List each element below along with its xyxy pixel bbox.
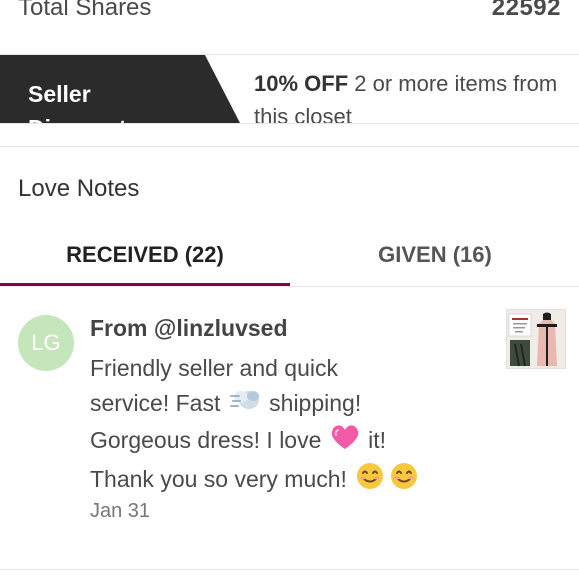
total-shares-value: 22592 (491, 0, 561, 21)
dress-thumbnail-image (507, 310, 565, 368)
flag-label-seller: Seller (28, 81, 91, 107)
love-notes-tabs: RECEIVED (22) GIVEN (16) (0, 232, 579, 287)
note-line-1: Friendly seller and quick (90, 355, 339, 381)
section-divider (0, 124, 579, 147)
note-line-2-end: shipping! (262, 390, 362, 416)
note-line-3-end: it! (361, 427, 387, 453)
love-note-item: LG From @linzluvsed Friendly seller and … (0, 287, 579, 570)
listing-thumbnail[interactable] (506, 309, 566, 369)
closet-page: Total Shares 22592 Seller Discount 10% O… (0, 0, 579, 580)
note-line-4-text: Thank you so very much! (90, 466, 354, 492)
love-notes-title: Love Notes (18, 175, 140, 202)
tab-received[interactable]: RECEIVED (22) (0, 232, 290, 286)
flag-label-discount: Discount (28, 115, 126, 123)
avatar[interactable]: LG (18, 315, 74, 371)
note-line-2-start: service! Fast (90, 390, 227, 416)
total-shares-row: Total Shares 22592 (0, 0, 579, 55)
smile-icon (389, 461, 419, 501)
tab-given[interactable]: GIVEN (16) (290, 232, 579, 286)
note-line-3: Gorgeous dress! I love it! (90, 423, 490, 461)
smile-icon (355, 461, 385, 501)
dash-icon (229, 387, 261, 423)
heart-icon (330, 423, 360, 461)
note-message: Friendly seller and quick service! Fast … (90, 351, 490, 501)
discount-description: 10% OFF 2 or more items from this closet (254, 67, 564, 123)
note-date: Jan 31 (90, 500, 151, 522)
note-line-4: Thank you so very much! (90, 461, 490, 501)
seller-discount-flag: Seller Discount (0, 55, 240, 123)
seller-discount-banner[interactable]: Seller Discount 10% OFF 2 or more items … (0, 55, 579, 124)
note-author[interactable]: From @linzluvsed (90, 315, 288, 342)
discount-percent: 10% OFF (254, 71, 349, 96)
note-line-2: service! Fast shipping! (90, 386, 490, 423)
note-line-3-start: Gorgeous dress! I love (90, 427, 328, 453)
total-shares-label: Total Shares (18, 0, 152, 21)
